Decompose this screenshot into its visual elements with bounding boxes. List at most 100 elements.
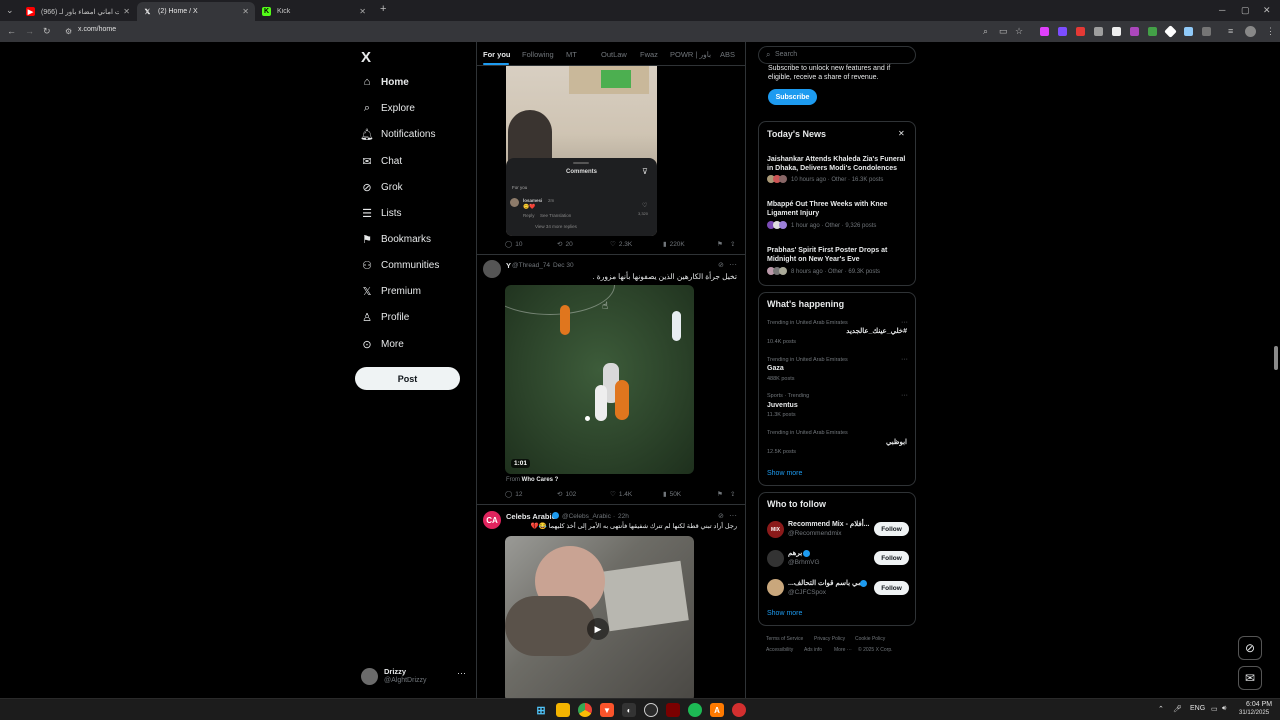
share-button[interactable]: ⇪ — [730, 490, 735, 498]
close-window-icon[interactable]: ✕ — [1263, 5, 1271, 16]
see-translation-link[interactable]: See Translation — [540, 213, 571, 218]
account-switcher[interactable]: Drizzy @AlghtDrizzy ··· — [359, 665, 469, 689]
close-tab-icon[interactable]: ✕ — [123, 7, 130, 16]
app-icon[interactable] — [644, 703, 658, 717]
network-icon[interactable]: ▭ — [1211, 705, 1218, 713]
close-tab-icon[interactable]: ✕ — [359, 7, 366, 16]
avatar[interactable] — [767, 579, 784, 596]
extension-icon[interactable] — [1076, 27, 1085, 36]
nav-communities[interactable]: ⚇ Communities — [360, 255, 439, 275]
views-button[interactable]: ▮ 50K — [663, 490, 681, 499]
nav-premium[interactable]: 𝕏 Premium — [360, 281, 421, 301]
zoom-icon[interactable]: ⌕ — [983, 26, 988, 37]
tab-for-you[interactable]: For you — [483, 50, 511, 59]
trend-name[interactable]: #خلي_عينك_عالجديد — [846, 327, 907, 335]
clock-date[interactable]: 31/12/2025 — [1239, 710, 1269, 716]
footer-privacy-link[interactable]: Privacy Policy — [814, 636, 845, 642]
tweet-time[interactable]: Dec 30 — [553, 262, 574, 269]
tweet-video[interactable]: ▶ — [505, 536, 694, 702]
extension-icon[interactable] — [1112, 27, 1121, 36]
reply-button[interactable]: ◯ 12 — [505, 490, 523, 499]
more-icon[interactable]: ··· — [457, 668, 466, 678]
follow-button[interactable]: Follow — [874, 581, 909, 595]
page-scrollbar[interactable] — [1274, 346, 1278, 370]
tab-mt[interactable]: MT — [566, 50, 577, 59]
suggested-user-name[interactable]: برهم — [788, 549, 802, 557]
subscribe-button[interactable]: Subscribe — [768, 89, 817, 105]
trend-name[interactable]: Juventus — [767, 402, 798, 409]
site-info-icon[interactable]: ⚙ — [65, 26, 72, 37]
x-logo[interactable]: X — [361, 49, 371, 66]
avatar[interactable] — [483, 260, 501, 278]
tweet-author[interactable]: Y — [506, 261, 511, 270]
tab-list-icon[interactable]: ⌄ — [6, 5, 14, 16]
tweet-handle[interactable]: @Thread_74 — [512, 262, 550, 269]
show-more-link[interactable]: Show more — [767, 610, 802, 617]
play-button-icon[interactable]: ▶ — [587, 618, 609, 640]
tweet-author[interactable]: Celebs Arabic — [506, 512, 556, 521]
app-icon[interactable]: A — [710, 703, 724, 717]
trend-name[interactable]: ابوظبي — [886, 438, 907, 446]
extension-icon[interactable] — [1164, 25, 1177, 38]
post-button[interactable]: Post — [355, 367, 460, 390]
spotify-icon[interactable] — [688, 703, 702, 717]
microphone-icon[interactable]: 🎤︎ — [1173, 705, 1182, 713]
repost-button[interactable]: ⟲ 20 — [557, 240, 573, 249]
view-replies-link[interactable]: View 34 more replies — [535, 224, 577, 229]
tweet-handle[interactable]: @Celebs_Arabic — [562, 513, 611, 520]
like-button[interactable]: ♡ 1.4K — [610, 490, 632, 499]
tab-fwaz[interactable]: Fwaz — [640, 50, 658, 59]
tab-outlaw[interactable]: OutLaw — [601, 50, 627, 59]
forward-icon[interactable]: → — [25, 26, 34, 37]
trend-name[interactable]: Gaza — [767, 365, 784, 372]
minimize-icon[interactable]: ─ — [1219, 5, 1225, 16]
extension-icon[interactable] — [1040, 27, 1049, 36]
app-icon[interactable] — [732, 703, 746, 717]
nav-chat[interactable]: ✉ Chat — [360, 151, 402, 171]
news-headline[interactable]: Mbappé Out Three Weeks with Knee Ligamen… — [767, 200, 912, 218]
nav-home[interactable]: ⌂ Home — [360, 72, 409, 92]
language-indicator[interactable]: ENG — [1190, 705, 1205, 712]
maximize-icon[interactable]: ▢ — [1241, 5, 1250, 16]
grok-icon[interactable]: ⊘ — [718, 512, 724, 520]
suggested-user-name[interactable]: Recommend Mix - أفلام... — [788, 520, 870, 528]
tab-kick[interactable]: K Kick ✕ — [256, 2, 372, 21]
footer-accessibility-link[interactable]: Accessibility — [766, 647, 793, 653]
reply-link[interactable]: Reply — [523, 213, 535, 218]
footer-ads-link[interactable]: Ads info — [804, 647, 822, 653]
new-tab-icon[interactable]: + — [380, 4, 386, 15]
nav-bookmarks[interactable]: ⚑ Bookmarks — [360, 229, 431, 249]
tray-chevron-icon[interactable]: ⌃ — [1158, 705, 1164, 713]
tab-abs[interactable]: ABS — [720, 50, 735, 59]
suggested-user-name[interactable]: ...مي باسم قوات التحالف — [788, 579, 862, 587]
extension-icon[interactable] — [1148, 27, 1157, 36]
avatar[interactable]: CA — [483, 511, 501, 529]
volume-icon[interactable]: 🔊︎ — [1222, 705, 1226, 713]
app-icon[interactable] — [666, 703, 680, 717]
show-more-link[interactable]: Show more — [767, 470, 802, 477]
tab-powr[interactable]: POWR | باور — [670, 50, 711, 59]
bookmark-star-icon[interactable]: ☆ — [1015, 26, 1023, 37]
brave-icon[interactable]: ▼ — [600, 703, 614, 717]
like-button[interactable]: ♡ 2.3K — [610, 240, 632, 249]
nav-profile[interactable]: ♙ Profile — [360, 307, 409, 327]
back-icon[interactable]: ← — [7, 26, 16, 37]
source-name[interactable]: Who Cares ? — [522, 477, 559, 483]
tab-x-home[interactable]: 𝕏 (2) Home / X ✕ — [137, 2, 255, 21]
filter-icon[interactable]: ⊽ — [642, 167, 648, 176]
sidebar-search[interactable]: ⌕ Search — [758, 46, 916, 64]
more-icon[interactable]: ··· — [901, 356, 908, 363]
file-explorer-icon[interactable] — [556, 703, 570, 717]
avatar[interactable] — [767, 550, 784, 567]
clock-time[interactable]: 6:04 PM — [1246, 701, 1272, 708]
extension-icon[interactable] — [1130, 27, 1139, 36]
reply-button[interactable]: ◯ 10 — [505, 240, 523, 249]
media-control-icon[interactable]: ≡ — [1228, 26, 1233, 37]
nav-lists[interactable]: ☰ Lists — [360, 203, 402, 223]
close-tab-icon[interactable]: ✕ — [242, 7, 249, 16]
extension-icon[interactable] — [1094, 27, 1103, 36]
more-icon[interactable]: ··· — [729, 511, 737, 520]
nav-grok[interactable]: ⊘ Grok — [360, 177, 402, 197]
follow-button[interactable]: Follow — [874, 551, 909, 565]
footer-more-link[interactable]: More ··· — [834, 647, 852, 653]
